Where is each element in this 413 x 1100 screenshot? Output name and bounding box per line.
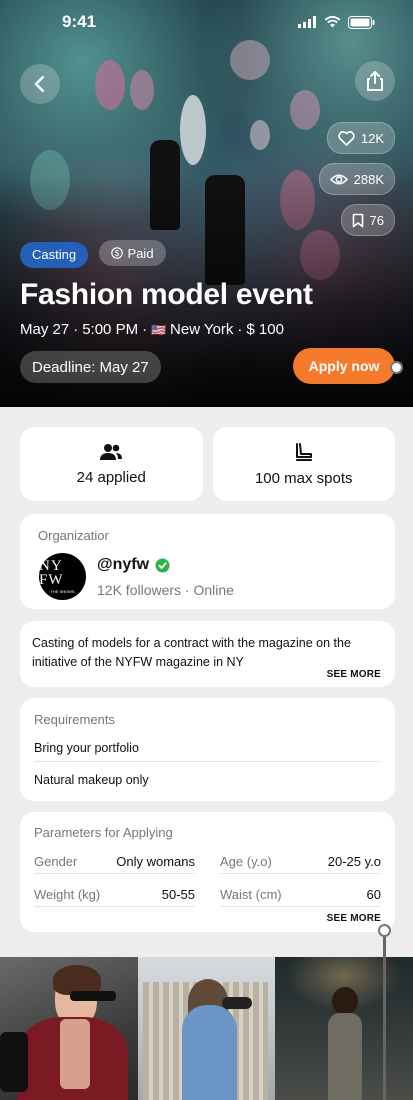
applied-card: 24 applied <box>20 427 203 501</box>
event-detail-screen: 9:41 12K 288K 76 Casting $ Paid Fashion … <box>0 0 413 1100</box>
apply-now-button[interactable]: Apply now <box>293 348 395 384</box>
chevron-left-icon <box>34 75 45 93</box>
svg-text:$: $ <box>114 249 119 258</box>
status-time: 9:41 <box>62 12 97 31</box>
requirements-label: Requirements <box>34 712 115 727</box>
signal-icon <box>298 16 316 28</box>
stats-row: 24 applied 100 max spots <box>20 427 395 501</box>
organizer-followers: 12K followers · Online <box>97 582 234 598</box>
verified-icon <box>155 558 170 572</box>
spots-card: 100 max spots <box>212 427 395 501</box>
tag-casting: Casting <box>20 241 89 268</box>
eye-icon <box>329 173 348 185</box>
gallery-photo[interactable] <box>0 957 138 1100</box>
event-title: Fashion model event <box>20 278 313 311</box>
views-stat: 288K <box>318 163 395 195</box>
scroll-handle[interactable] <box>390 361 403 374</box>
divider <box>34 761 381 762</box>
param-waist: Waist (cm) 60 <box>220 887 381 902</box>
gallery-photo[interactable] <box>275 957 413 1100</box>
event-time: 5:00 PM <box>82 321 139 338</box>
organizer-handle: @nyfw <box>97 556 150 573</box>
users-icon <box>100 443 123 460</box>
organizer-label: Organizatior <box>38 528 109 543</box>
organizer-card[interactable]: Organizatior NY FW THE SHOWS @nyfw 12K f… <box>20 514 395 609</box>
parameters-see-more-link[interactable]: SEE MORE <box>327 913 381 924</box>
gallery-photo[interactable] <box>137 957 276 1100</box>
event-meta: May 27 · 5:00 PM · 🇺🇸 New York · $ 100 <box>20 321 284 338</box>
heart-icon <box>338 130 355 146</box>
back-button[interactable] <box>20 64 60 104</box>
param-age: Age (y.o) 20-25 y.o <box>220 854 381 869</box>
hero-image: 9:41 12K 288K 76 Casting $ Paid Fashion … <box>0 0 413 407</box>
requirements-card: Requirements Bring your portfolio Natura… <box>20 698 395 801</box>
scroll-track-handle[interactable] <box>378 924 391 937</box>
seat-icon <box>295 442 312 461</box>
battery-icon <box>348 15 375 29</box>
share-icon <box>367 71 383 91</box>
description-card: Casting of models for a contract with th… <box>20 621 395 687</box>
likes-count: 12K <box>360 130 384 146</box>
requirement-item: Bring your portfolio <box>34 741 139 755</box>
organizer-avatar: NY FW THE SHOWS <box>39 553 86 600</box>
param-gender: Gender Only womans <box>34 854 195 869</box>
flag-icon: 🇺🇸 <box>151 322 167 337</box>
tag-paid: $ Paid <box>98 240 166 266</box>
applied-count: 24 applied <box>76 468 146 486</box>
requirement-item: Natural makeup only <box>34 773 149 787</box>
saves-count: 76 <box>369 212 384 228</box>
description-see-more-link[interactable]: SEE MORE <box>327 669 381 680</box>
event-price: $ 100 <box>246 321 284 338</box>
photo-gallery <box>0 957 413 1100</box>
description-text: Casting of models for a contract with th… <box>32 636 351 669</box>
parameters-card: Parameters for Applying Gender Only woma… <box>20 812 395 932</box>
save-button[interactable]: 76 <box>340 204 395 236</box>
views-count: 288K <box>353 171 384 187</box>
deadline-badge: Deadline: May 27 <box>20 351 161 383</box>
dollar-icon: $ <box>110 247 123 259</box>
scroll-track[interactable] <box>383 930 386 1100</box>
parameters-label: Parameters for Applying <box>34 825 173 840</box>
share-button[interactable] <box>355 61 395 101</box>
event-date: May 27 <box>20 321 70 338</box>
event-city: New York <box>170 321 234 338</box>
wifi-icon <box>324 16 341 28</box>
param-weight: Weight (kg) 50-55 <box>34 887 195 902</box>
likes-button[interactable]: 12K <box>326 122 395 154</box>
spots-count: 100 max spots <box>254 469 353 487</box>
bookmark-icon <box>352 213 363 227</box>
status-bar: 9:41 <box>0 0 413 44</box>
